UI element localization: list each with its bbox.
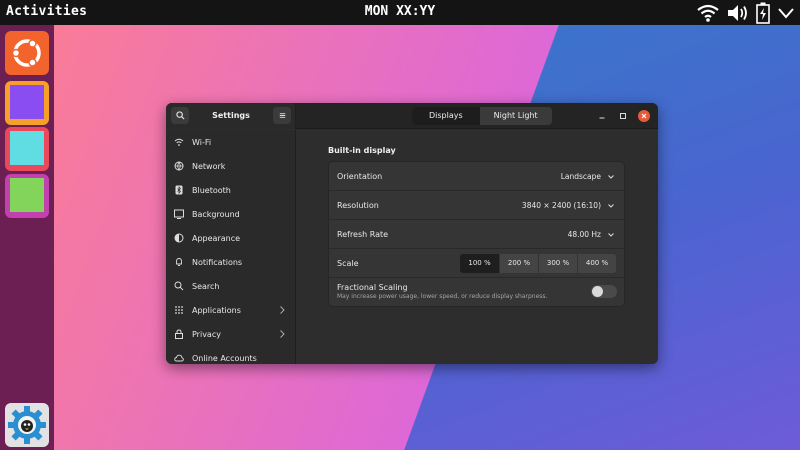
bell-icon — [174, 257, 184, 267]
wifi-status-icon[interactable] — [696, 3, 720, 23]
sidebar-item-privacy[interactable]: Privacy — [166, 322, 296, 346]
clock[interactable]: MON XX:YY — [365, 4, 435, 19]
sidebar-item-background[interactable]: Background — [166, 202, 296, 226]
search-icon — [175, 111, 185, 120]
chevron-right-icon — [278, 329, 286, 341]
fractional-scaling-row: Fractional Scaling May increase power us… — [329, 278, 624, 307]
maximize-icon — [620, 113, 626, 119]
sidebar-item-appearance[interactable]: Appearance — [166, 226, 296, 250]
resolution-row[interactable]: Resolution 3840 × 2400 (16:10) — [329, 191, 624, 220]
chevron-down-icon — [607, 231, 615, 240]
sidebar-item-label: Wi-Fi — [192, 137, 212, 147]
search-button[interactable] — [171, 107, 189, 124]
chevron-down-icon — [607, 202, 615, 211]
top-bar: Activities MON XX:YY — [0, 0, 800, 25]
appearance-icon — [174, 233, 184, 243]
dock-ubuntu-app[interactable] — [5, 31, 49, 75]
tab-night-light[interactable]: Night Light — [480, 107, 552, 125]
tab-displays[interactable]: Displays — [412, 107, 480, 125]
chevron-down-icon — [607, 173, 615, 182]
activities-button[interactable]: Activities — [6, 4, 87, 19]
sidebar-item-notifications[interactable]: Notifications — [166, 250, 296, 274]
sidebar-item-label: Search — [192, 281, 220, 291]
sidebar-item-label: Network — [192, 161, 226, 171]
sidebar-item-label: Bluetooth — [192, 185, 231, 195]
dock — [0, 25, 54, 450]
settings-sidebar: Wi-Fi Network Bluetooth Background Appea… — [166, 130, 296, 364]
sidebar-item-applications[interactable]: Applications — [166, 298, 296, 322]
refresh-rate-value: 48.00 Hz — [567, 230, 601, 239]
dock-app-green[interactable] — [5, 174, 49, 218]
dock-app-purple[interactable] — [5, 81, 49, 125]
system-menu-chevron-icon[interactable] — [776, 3, 796, 23]
toggle-knob — [592, 286, 603, 297]
lock-icon — [174, 329, 184, 339]
fractional-scaling-toggle[interactable] — [591, 285, 617, 298]
section-title: Built-in display — [328, 146, 396, 155]
window-title: Settings — [212, 111, 250, 120]
resolution-value: 3840 × 2400 (16:10) — [521, 201, 601, 210]
sidebar-item-bluetooth[interactable]: Bluetooth — [166, 178, 296, 202]
sidebar-item-label: Privacy — [192, 329, 221, 339]
resolution-label: Resolution — [337, 201, 379, 210]
close-icon — [641, 113, 647, 119]
sidebar-item-wifi[interactable]: Wi-Fi — [166, 130, 296, 154]
app-square-icon — [10, 85, 44, 119]
sidebar-item-label: Online Accounts — [192, 353, 257, 363]
sidebar-item-label: Applications — [192, 305, 241, 315]
cloud-icon — [174, 353, 184, 363]
sidebar-header: Settings — [166, 103, 296, 129]
settings-window: Settings Displays Night Light Wi-Fi Netw… — [166, 103, 658, 364]
fractional-scaling-description: May increase power usage, lower speed, o… — [337, 293, 548, 300]
bluetooth-icon — [174, 185, 184, 195]
sidebar-item-label: Appearance — [192, 233, 241, 243]
refresh-rate-label: Refresh Rate — [337, 230, 389, 239]
apps-grid-icon — [174, 305, 184, 315]
volume-icon[interactable] — [726, 3, 750, 23]
wifi-icon — [174, 137, 184, 147]
close-button[interactable] — [638, 110, 650, 122]
sidebar-item-label: Background — [192, 209, 240, 219]
settings-gear-icon — [8, 406, 46, 444]
scale-row: Scale 100 % 200 % 300 % 400 % — [329, 249, 624, 278]
orientation-label: Orientation — [337, 172, 383, 181]
fractional-scaling-label: Fractional Scaling — [337, 283, 408, 292]
ubuntu-logo-icon — [11, 39, 41, 67]
scale-option-300[interactable]: 300 % — [538, 254, 577, 273]
search-icon — [174, 281, 184, 291]
app-square-icon — [10, 178, 44, 212]
maximize-button[interactable] — [617, 110, 629, 122]
sidebar-item-search[interactable]: Search — [166, 274, 296, 298]
header-bar: Settings Displays Night Light — [166, 103, 658, 129]
refresh-rate-row[interactable]: Refresh Rate 48.00 Hz — [329, 220, 624, 249]
dock-settings-app[interactable] — [5, 403, 49, 447]
scale-label: Scale — [337, 259, 359, 268]
chevron-right-icon — [278, 305, 286, 317]
minimize-button[interactable] — [596, 110, 608, 122]
background-icon — [174, 209, 184, 219]
dock-app-cyan[interactable] — [5, 127, 49, 171]
network-icon — [174, 161, 184, 171]
sidebar-item-online-accounts[interactable]: Online Accounts — [166, 346, 296, 364]
scale-option-200[interactable]: 200 % — [499, 254, 538, 273]
app-square-icon — [10, 131, 44, 165]
scale-option-400[interactable]: 400 % — [577, 254, 616, 273]
battery-charging-icon[interactable] — [756, 2, 770, 24]
sidebar-item-network[interactable]: Network — [166, 154, 296, 178]
main-menu-button[interactable] — [273, 107, 291, 124]
scale-selector: 100 % 200 % 300 % 400 % — [460, 254, 616, 273]
sidebar-item-label: Notifications — [192, 257, 243, 267]
minimize-icon — [599, 117, 605, 119]
displays-page: Built-in display Orientation Landscape R… — [297, 130, 658, 364]
scale-option-100[interactable]: 100 % — [460, 254, 499, 273]
orientation-value: Landscape — [560, 172, 601, 181]
orientation-row[interactable]: Orientation Landscape — [329, 162, 624, 191]
view-switcher: Displays Night Light — [412, 107, 552, 125]
display-settings-list: Orientation Landscape Resolution 3840 × … — [328, 161, 625, 307]
system-tray[interactable] — [696, 2, 796, 24]
hamburger-menu-icon — [279, 113, 285, 118]
